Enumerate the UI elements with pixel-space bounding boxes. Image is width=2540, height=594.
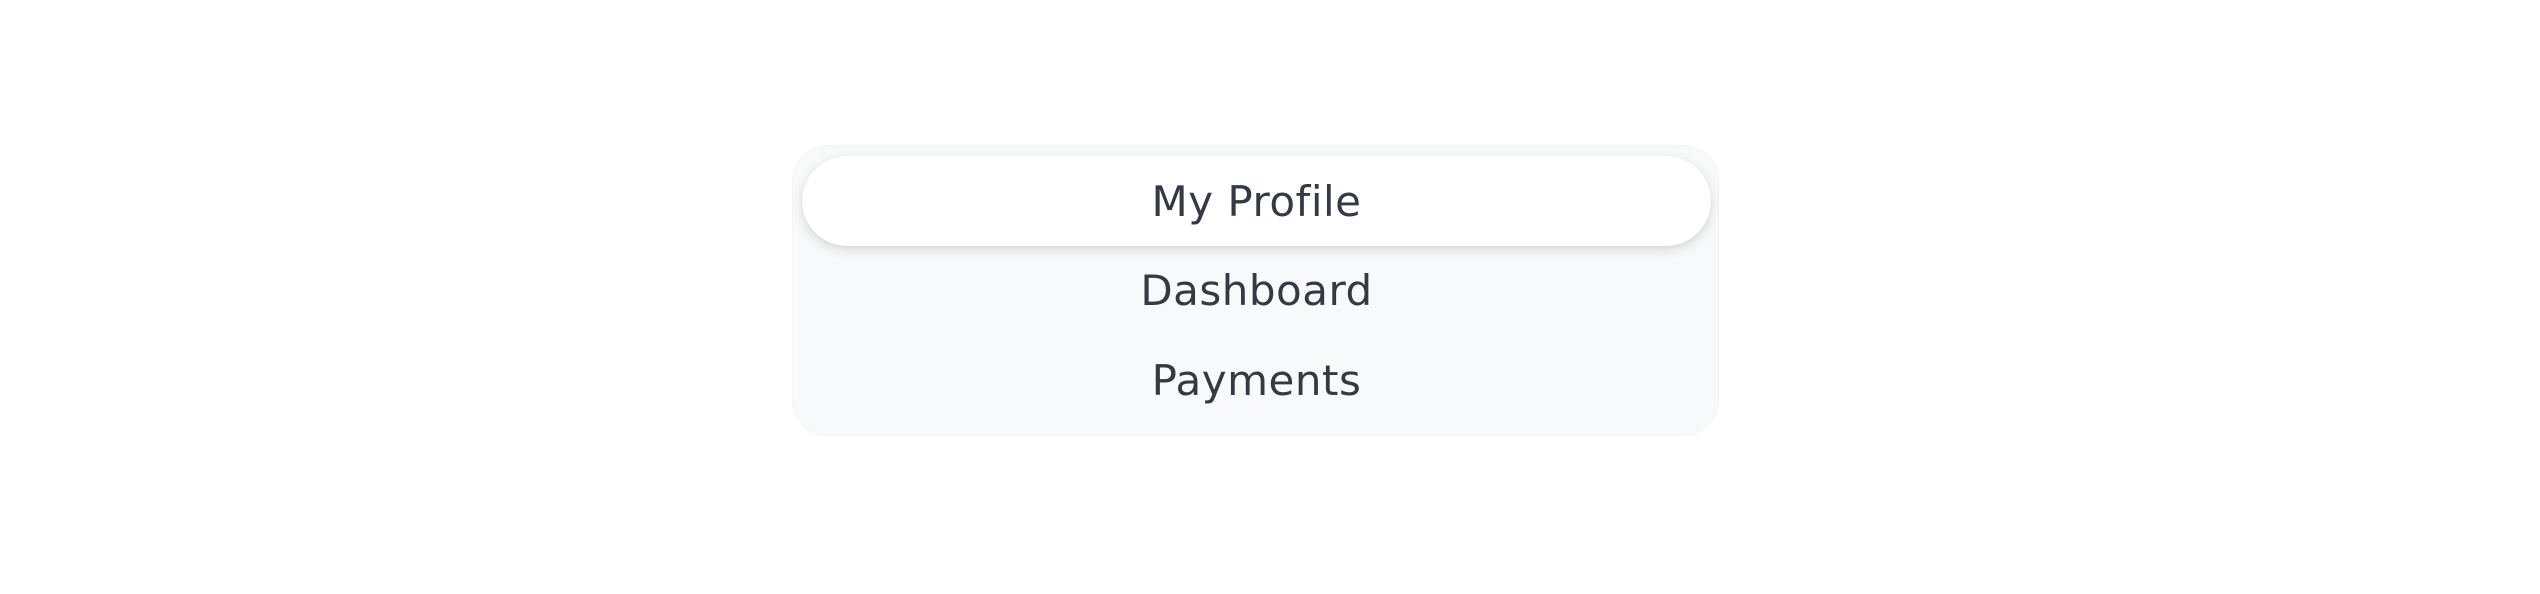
segmented-menu: My Profile Dashboard Payments xyxy=(792,145,1719,436)
menu-item-label: My Profile xyxy=(1151,176,1362,226)
page: My Profile Dashboard Payments xyxy=(0,0,2540,594)
menu-item-label: Dashboard xyxy=(1140,265,1373,315)
menu-item-label: Payments xyxy=(1151,355,1362,405)
menu-item-dashboard[interactable]: Dashboard xyxy=(802,245,1711,335)
menu-item-payments[interactable]: Payments xyxy=(802,335,1711,425)
menu-item-my-profile[interactable]: My Profile xyxy=(802,156,1711,246)
